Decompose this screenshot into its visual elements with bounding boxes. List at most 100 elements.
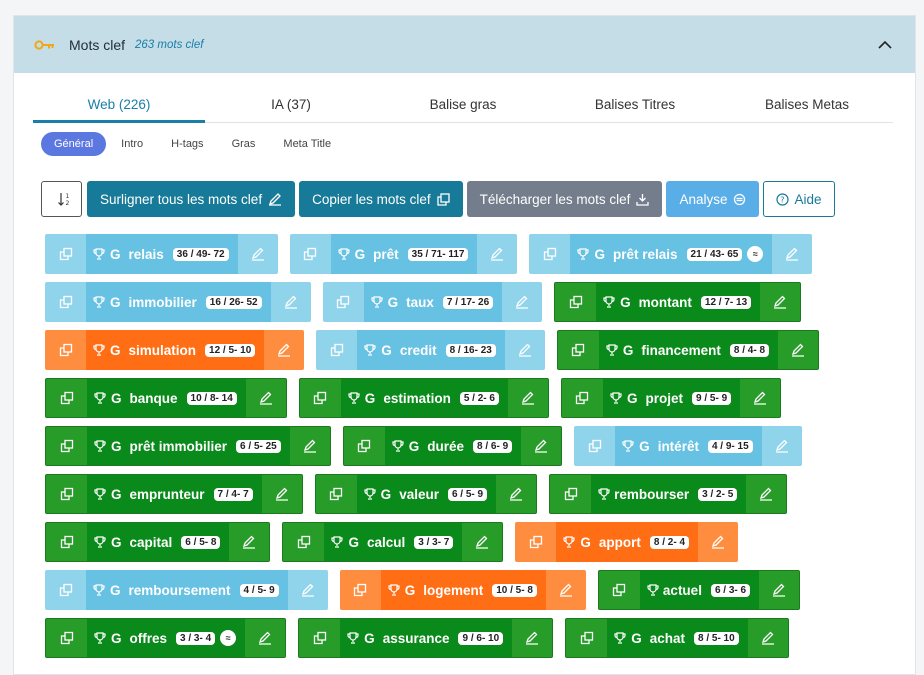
keyword-label[interactable]: Gestimation 5 / 2- 6 <box>340 379 508 417</box>
edit-keyword-button[interactable] <box>477 234 517 274</box>
edit-keyword-button[interactable] <box>246 379 286 417</box>
edit-keyword-button[interactable] <box>698 522 738 562</box>
keyword-label[interactable]: Grelais 36 / 49- 72 <box>86 234 238 274</box>
edit-keyword-button[interactable] <box>746 475 786 513</box>
copy-keyword-button[interactable] <box>300 379 341 417</box>
edit-keyword-button[interactable] <box>502 282 542 322</box>
highlight-all-button[interactable]: Surligner tous les mots clef <box>87 181 296 217</box>
subtab-intro[interactable]: Intro <box>108 132 156 156</box>
keyword-label[interactable]: Gimmobilier 16 / 26- 52 <box>86 282 271 322</box>
keyword-label[interactable]: Gemprunteur 7 / 4- 7 <box>87 475 262 513</box>
copy-keyword-button[interactable] <box>515 522 556 562</box>
keyword-label[interactable]: Gprojet 9 / 5- 9 <box>602 379 741 417</box>
keyword-label[interactable]: Gfinancement 8 / 4- 8 <box>598 331 779 369</box>
keyword-label[interactable]: Gcapital 6 / 5- 8 <box>87 523 230 561</box>
edit-keyword-button[interactable] <box>760 283 800 321</box>
copy-keyword-button[interactable] <box>529 234 570 274</box>
keyword-label[interactable]: Glogement 10 / 5- 8 <box>380 570 546 610</box>
edit-keyword-button[interactable] <box>264 330 304 370</box>
tab-balises-titres[interactable]: Balises Titres <box>549 87 721 122</box>
keyword-label[interactable]: actuel 6 / 3- 6 <box>639 571 760 609</box>
edit-keyword-button[interactable] <box>512 619 552 657</box>
copy-keyword-button[interactable] <box>316 330 357 370</box>
subtab-general[interactable]: Général <box>41 132 107 156</box>
copy-keyword-button[interactable] <box>555 283 596 321</box>
copy-keyword-button[interactable] <box>45 570 86 610</box>
subtab-h-tags[interactable]: H-tags <box>158 132 216 156</box>
edit-keyword-button[interactable] <box>262 475 302 513</box>
keyword-label[interactable]: Gintérêt 4 / 9- 15 <box>615 426 762 466</box>
copy-keyword-button[interactable] <box>344 427 385 465</box>
edit-keyword-button[interactable] <box>271 282 311 322</box>
copy-keyword-button[interactable] <box>316 475 357 513</box>
keyword-label[interactable]: Gachat 8 / 5- 10 <box>607 619 748 657</box>
chevron-up-icon[interactable] <box>877 37 893 53</box>
keyword-label[interactable]: Goffres 3 / 3- 4 ≈ <box>87 619 246 657</box>
edit-keyword-button[interactable] <box>496 475 536 513</box>
analyse-button[interactable]: Analyse <box>666 181 760 217</box>
copy-keyword-button[interactable] <box>299 619 340 657</box>
keywords-header[interactable]: Mots clef 263 mots clef <box>14 16 915 73</box>
tab-balise-gras[interactable]: Balise gras <box>377 87 549 122</box>
keyword-label[interactable]: Gprêt immobilier 6 / 5- 25 <box>87 427 290 465</box>
keyword-label[interactable]: rembourser 3 / 2- 5 <box>591 475 747 513</box>
copy-keyword-button[interactable] <box>574 426 615 466</box>
keyword-label[interactable]: Gvaleur 6 / 5- 9 <box>356 475 497 513</box>
copy-keyword-button[interactable] <box>566 619 607 657</box>
edit-keyword-button[interactable] <box>759 571 799 609</box>
keyword-label[interactable]: Gbanque 10 / 8- 14 <box>87 379 246 417</box>
keyword-label[interactable]: Gprêt 35 / 71- 117 <box>330 234 478 274</box>
keyword-label[interactable]: Gsimulation 12 / 5- 10 <box>86 330 265 370</box>
copy-keyword-button[interactable] <box>550 475 591 513</box>
tab-ia[interactable]: IA (37) <box>205 87 377 122</box>
keyword-label[interactable]: Gapport 8 / 2- 4 <box>556 522 699 562</box>
copy-keyword-button[interactable] <box>46 523 87 561</box>
copy-keyword-button[interactable] <box>599 571 640 609</box>
edit-keyword-button[interactable] <box>229 523 269 561</box>
keyword-label[interactable]: Gtaux 7 / 17- 26 <box>363 282 503 322</box>
help-button[interactable]: ? Aide <box>763 181 835 217</box>
edit-keyword-button[interactable] <box>290 427 330 465</box>
keyword-label[interactable]: Gdurée 8 / 6- 9 <box>384 427 522 465</box>
copy-keyword-button[interactable] <box>558 331 599 369</box>
keyword-label[interactable]: Gassurance 9 / 6- 10 <box>340 619 513 657</box>
edit-keyword-button[interactable] <box>521 427 561 465</box>
keyword-label[interactable]: Gcredit 8 / 16- 23 <box>357 330 505 370</box>
subtab-gras[interactable]: Gras <box>219 132 269 156</box>
copy-keyword-button[interactable] <box>290 234 331 274</box>
copy-keyword-button[interactable] <box>46 619 87 657</box>
copy-keywords-button[interactable]: Copier les mots clef <box>299 181 463 217</box>
copy-keyword-button[interactable] <box>46 427 87 465</box>
sort-button[interactable]: 1 2 <box>41 181 82 217</box>
keyword-label[interactable]: Gprêt relais 21 / 43- 65 ≈ <box>570 234 773 274</box>
copy-keyword-button[interactable] <box>562 379 603 417</box>
edit-keyword-button[interactable] <box>748 619 788 657</box>
copy-keyword-button[interactable] <box>45 282 86 322</box>
edit-keyword-button[interactable] <box>238 234 278 274</box>
copy-keyword-button[interactable] <box>323 282 364 322</box>
subtab-meta-title[interactable]: Meta Title <box>270 132 344 156</box>
keyword-label[interactable]: Gremboursement 4 / 5- 9 <box>86 570 288 610</box>
edit-keyword-button[interactable] <box>772 234 812 274</box>
highlight-all-label: Surligner tous les mots clef <box>100 191 263 207</box>
edit-keyword-button[interactable] <box>546 570 586 610</box>
keyword-label[interactable]: Gmontant 12 / 7- 13 <box>596 283 761 321</box>
edit-keyword-button[interactable] <box>505 330 545 370</box>
copy-keyword-button[interactable] <box>46 379 87 417</box>
edit-keyword-button[interactable] <box>778 331 818 369</box>
edit-keyword-button[interactable] <box>740 379 780 417</box>
keyword-label[interactable]: Gcalcul 3 / 3- 7 <box>324 523 463 561</box>
edit-keyword-button[interactable] <box>245 619 285 657</box>
edit-keyword-button[interactable] <box>288 570 328 610</box>
download-keywords-button[interactable]: Télécharger les mots clef <box>466 181 663 217</box>
copy-keyword-button[interactable] <box>340 570 381 610</box>
copy-keyword-button[interactable] <box>45 234 86 274</box>
edit-keyword-button[interactable] <box>508 379 548 417</box>
tab-web[interactable]: Web (226) <box>33 87 205 123</box>
copy-keyword-button[interactable] <box>283 523 324 561</box>
copy-keyword-button[interactable] <box>46 475 87 513</box>
copy-keyword-button[interactable] <box>45 330 86 370</box>
edit-keyword-button[interactable] <box>762 426 802 466</box>
edit-keyword-button[interactable] <box>462 523 502 561</box>
tab-balises-metas[interactable]: Balises Metas <box>721 87 893 122</box>
